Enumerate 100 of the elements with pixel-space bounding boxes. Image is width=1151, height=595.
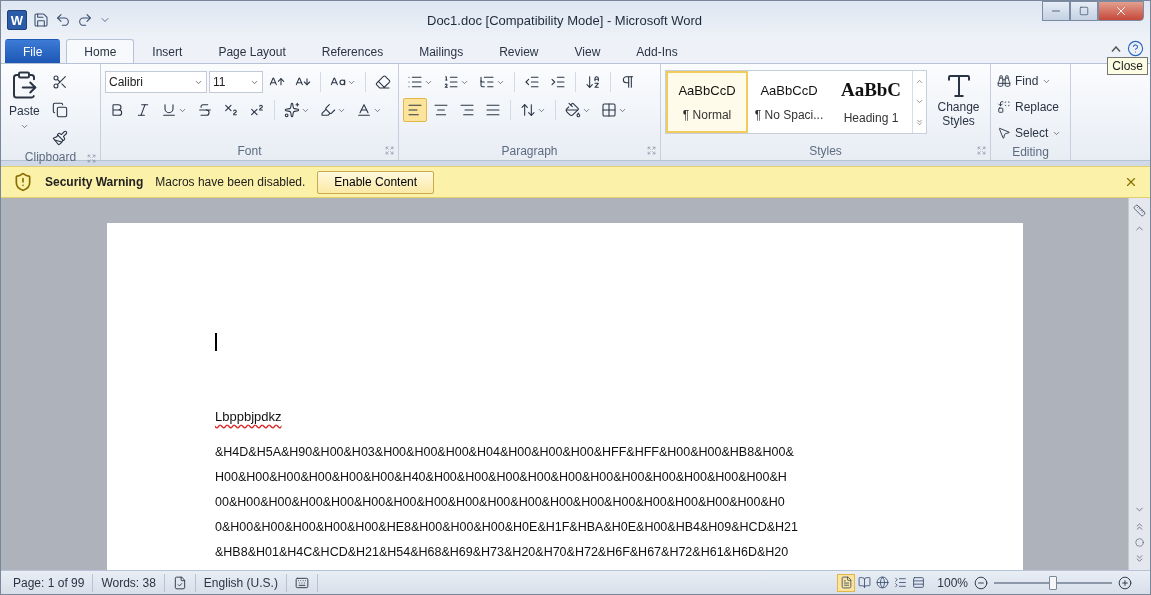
- page-icon: [839, 576, 853, 589]
- indent-icon: [550, 74, 566, 90]
- maximize-button[interactable]: [1070, 1, 1098, 21]
- text-cursor: [215, 333, 217, 351]
- eraser-icon: [375, 74, 391, 90]
- style-item[interactable]: AaBbCcD ¶ Normal: [666, 71, 748, 133]
- language-label[interactable]: English (U.S.): [195, 573, 287, 592]
- launcher-icon: [647, 146, 656, 155]
- style-preview: AaBbC: [840, 79, 902, 101]
- view-button[interactable]: [873, 573, 892, 592]
- pointer-icon: [997, 126, 1011, 140]
- outline-icon: [893, 576, 907, 589]
- close-button[interactable]: [1098, 1, 1144, 21]
- caret-icon: [19, 122, 29, 131]
- ribbon-tab[interactable]: Home: [66, 39, 135, 63]
- binoculars-icon: [997, 74, 1011, 88]
- style-preview: AaBbCcD: [678, 82, 736, 98]
- paint-bucket-icon: [565, 102, 581, 118]
- redo-icon: [77, 12, 93, 28]
- style-name: Heading 1: [843, 111, 899, 125]
- sparkles-icon: [284, 102, 300, 118]
- align-left-button[interactable]: [403, 98, 427, 122]
- editing-button[interactable]: Select: [995, 122, 1064, 144]
- proofing-icon: [172, 575, 187, 590]
- view-button[interactable]: [837, 573, 856, 592]
- app-logo: W: [7, 10, 27, 30]
- globe-icon: [875, 576, 889, 589]
- launcher-icon: [977, 146, 986, 155]
- text-line: &H4D&H5A&H90&H00&H03&H00&H00&H00&H04&H00&H00&H00&HFF&HFF&H00&H00&HB8&H00&: [215, 444, 795, 461]
- ruler-icon: [1133, 204, 1146, 217]
- previous-page-icon: [1134, 521, 1145, 532]
- ribbon-tab[interactable]: Add-Ins: [618, 39, 696, 63]
- scroll-down-icon: [1134, 504, 1145, 515]
- text-line: H00&H00&H00&H00&H00&H00&H40&H00&H00&H00&H00&H00&H00&H00&H00&H00&H00&H00&H: [215, 469, 788, 486]
- zoom-in-icon: [1118, 575, 1132, 590]
- style-preview: AaBbCcD: [760, 82, 818, 98]
- word-count[interactable]: Words: 38: [93, 573, 165, 592]
- group-label: Paragraph: [399, 142, 660, 160]
- superscript-icon: [249, 102, 265, 118]
- page-count[interactable]: Page: 1 of 99: [5, 573, 94, 592]
- font-name-field[interactable]: Calibri: [105, 71, 207, 93]
- more-icon: [915, 118, 924, 128]
- ribbon-tab[interactable]: View: [556, 39, 619, 63]
- pilcrow-icon: [620, 74, 636, 90]
- highlighter-icon: [320, 102, 336, 118]
- vertical-scrollbar[interactable]: [1128, 198, 1150, 570]
- bullet-list-icon: [407, 74, 423, 90]
- ribbon-tab[interactable]: Mailings: [401, 39, 482, 63]
- file-tab[interactable]: File: [5, 39, 61, 63]
- text-line: 00&H00&H00&H00&H00&H00&H00&H00&H00&H00&H00&H00&H00&H00&H00&H00&H00&H00&H0: [215, 494, 786, 511]
- italic-icon: [135, 102, 151, 118]
- scissors-icon: [51, 74, 68, 90]
- tooltip: Close: [1107, 57, 1148, 75]
- ribbon-tab[interactable]: Review: [481, 39, 557, 63]
- font-color-icon: [356, 102, 372, 118]
- style-name: ¶ Normal: [682, 107, 732, 122]
- editing-button[interactable]: Find: [995, 70, 1064, 92]
- change-styles-button[interactable]: Change Styles: [931, 70, 986, 142]
- enable-content-button[interactable]: Enable Content: [317, 170, 435, 194]
- help-icon: [1127, 40, 1144, 57]
- strikethrough-icon: [197, 102, 213, 118]
- font-size-field[interactable]: 11: [209, 71, 263, 93]
- copy-icon: [51, 102, 68, 118]
- editing-button[interactable]: Replace: [995, 96, 1064, 118]
- text-line: 0&H00&H00&H00&H00&H00&HE8&H00&H00&H00&H0E&H1F&HBA&H0E&H00&HB4&H09&HCD&H21: [215, 519, 799, 536]
- align-right-icon: [459, 102, 475, 118]
- window-title: Doc1.doc [Compatibility Mode] - Microsoft Word: [427, 12, 704, 28]
- save-icon: [33, 12, 49, 28]
- group-label: Styles: [661, 142, 990, 160]
- book-icon: [857, 576, 871, 589]
- close-icon[interactable]: [1124, 175, 1138, 189]
- justify-icon: [485, 102, 501, 118]
- bold-icon: [109, 102, 125, 118]
- zoom-thumb[interactable]: [1049, 575, 1057, 590]
- minimize-button[interactable]: [1042, 1, 1070, 21]
- line-spacing-icon: [520, 102, 536, 118]
- warning-message: Macros have been disabled.: [155, 175, 306, 189]
- draft-icon: [911, 576, 925, 589]
- ribbon-tab[interactable]: Page Layout: [200, 39, 304, 63]
- maximize-icon: [1079, 6, 1089, 16]
- ribbon-tab[interactable]: Insert: [134, 39, 201, 63]
- warning-title: Security Warning: [45, 175, 144, 189]
- launcher-icon: [385, 146, 394, 155]
- zoom-level[interactable]: 100%: [937, 575, 968, 590]
- underline-icon: [161, 102, 177, 118]
- paste-button[interactable]: Paste: [5, 70, 44, 150]
- document-heading: Lbppbjpdkz: [215, 409, 282, 424]
- undo-icon: [55, 12, 71, 28]
- grid-icon: [601, 102, 617, 118]
- sort-icon: [585, 74, 601, 90]
- align-left-icon: [407, 102, 423, 118]
- warning-icon: [13, 172, 33, 192]
- group-label: Editing: [1011, 144, 1050, 160]
- text-line: &HB8&H01&H4C&HCD&H21&H54&H68&H69&H73&H20&H70&H72&H6F&H67&H72&H61&H6D&H20: [215, 544, 790, 561]
- multilevel-list-icon: [479, 74, 495, 90]
- browse-object-icon: [1135, 538, 1144, 547]
- align-center-icon: [433, 102, 449, 118]
- close-icon: [1114, 4, 1128, 18]
- ribbon-tab[interactable]: References: [303, 39, 402, 63]
- collapse-ribbon-icon[interactable]: [1111, 45, 1121, 52]
